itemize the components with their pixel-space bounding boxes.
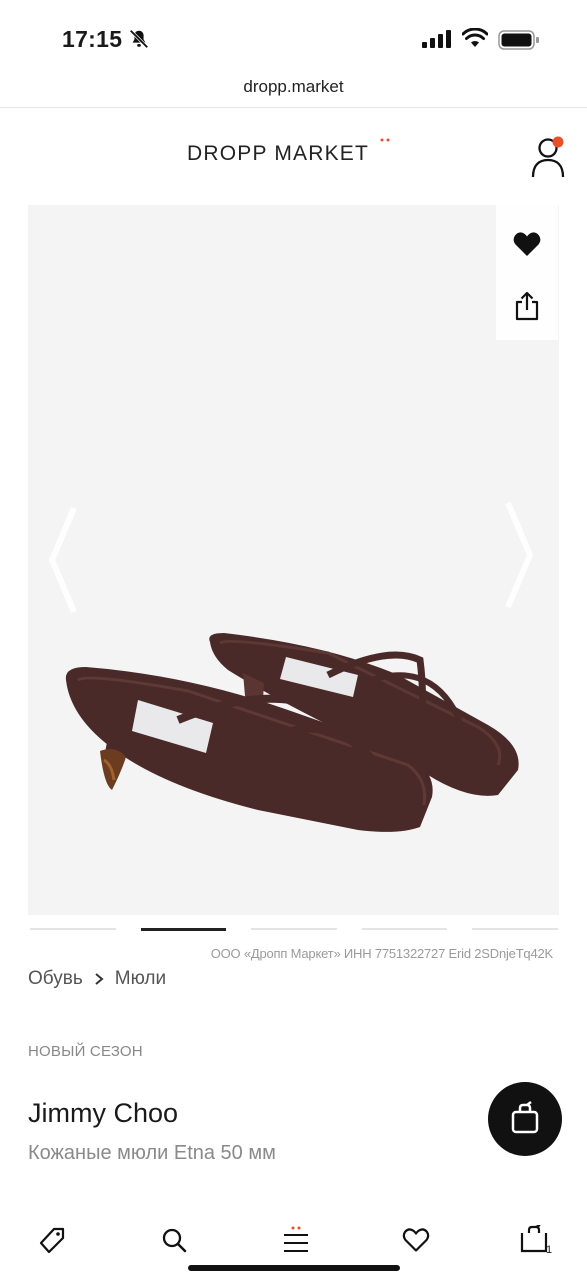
carousel-indicator[interactable] (30, 928, 116, 930)
chevron-right-icon (95, 973, 104, 985)
nav-menu[interactable] (274, 1220, 318, 1260)
nav-cart[interactable]: 1 (512, 1220, 556, 1260)
cart-count-badge: 1 (546, 1244, 553, 1256)
share-button[interactable] (496, 276, 558, 336)
nav-search[interactable] (152, 1220, 196, 1260)
breadcrumb-item-mules[interactable]: Мюли (115, 968, 166, 990)
wifi-icon (462, 28, 488, 47)
bag-icon (511, 1101, 539, 1134)
carousel-indicator[interactable] (251, 928, 337, 930)
menu-icon (284, 1226, 308, 1252)
chevron-right-icon[interactable] (500, 495, 540, 615)
heart-outline-icon (402, 1228, 430, 1252)
url-text: dropp.market (243, 77, 344, 96)
nav-favorites[interactable] (394, 1220, 438, 1260)
product-name: Кожаные мюли Etna 50 мм (28, 1142, 276, 1164)
share-icon (515, 291, 539, 321)
breadcrumb-item-shoes[interactable]: Обувь (28, 968, 83, 990)
battery-icon (498, 30, 539, 50)
season-label: НОВЫЙ СЕЗОН (28, 1043, 143, 1060)
status-bar: 17:15 (0, 0, 587, 70)
chevron-left-icon[interactable] (42, 500, 82, 620)
carousel-indicator-active[interactable] (140, 928, 227, 931)
sandal-illustration (65, 633, 519, 832)
status-time: 17:15 (62, 26, 123, 52)
cart-fab-button[interactable] (488, 1082, 562, 1156)
bell-slash-icon (129, 29, 149, 49)
heart-icon (513, 232, 541, 256)
search-icon (162, 1228, 187, 1253)
nav-catalog[interactable] (30, 1220, 74, 1260)
signal-icon (422, 30, 451, 48)
favorite-button[interactable] (496, 216, 558, 272)
carousel-indicator[interactable] (361, 928, 448, 930)
carousel-indicator[interactable] (472, 928, 558, 930)
brand-name[interactable]: Jimmy Choo (28, 1098, 178, 1129)
profile-button[interactable] (528, 134, 568, 180)
url-bar[interactable]: dropp.market (0, 70, 587, 108)
breadcrumb: Обувь Мюли (28, 968, 166, 990)
carousel-indicators (30, 928, 558, 932)
home-indicator (188, 1265, 400, 1271)
logo-accent-dots (380, 138, 390, 142)
logo[interactable]: DROPP MARKET (187, 142, 369, 166)
product-image[interactable] (28, 205, 559, 915)
tag-icon (39, 1227, 65, 1254)
legal-text: ООО «Дропп Маркет» ИНН 7751322727 Erid 2… (210, 946, 554, 961)
site-header: DROPP MARKET (0, 108, 587, 200)
